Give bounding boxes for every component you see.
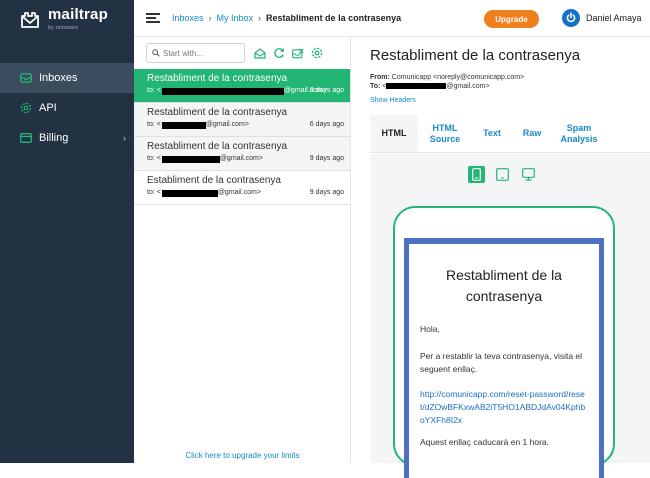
clear-inbox-icon[interactable] (292, 47, 304, 59)
email-expiry: Aquest enllaç caducarà en 1 hora. (420, 437, 550, 447)
sidebar-item-label: API (39, 102, 57, 114)
list-item[interactable]: Restabliment de la contrasenya to: < @gma… (134, 103, 350, 137)
inbox-icon (20, 72, 32, 84)
tablet-view-button[interactable] (494, 166, 511, 183)
message-date: 9 days ago (309, 189, 344, 196)
message-subject: Restabliment de la contrasenya (147, 73, 288, 84)
message-list: Restabliment de la contrasenya to: <@gma… (134, 37, 351, 463)
refresh-icon[interactable] (273, 47, 285, 59)
reset-password-link[interactable]: http://comunicapp.com/reset-password/res… (420, 388, 589, 427)
message-date: 3 days ago (309, 87, 344, 94)
brand-sub: by railsware (48, 24, 79, 31)
preview-area: Restabliment de la contrasenya Hola, Per… (370, 154, 650, 478)
message-date: 6 days ago (309, 121, 344, 128)
message-subject: Restabliment de la contrasenya (147, 107, 288, 118)
device-switcher (468, 166, 546, 183)
sidebar-item-inboxes[interactable]: Inboxes (0, 63, 134, 93)
message-subject: Restabliment de la contrasenya (147, 141, 288, 152)
redaction-bar (161, 189, 218, 197)
brand-name: mailtrap by railsware (48, 7, 108, 34)
email-text: Per a restablir la teva contrasenya, vis… (420, 351, 583, 374)
phone-frame: Restabliment de la contrasenya Hola, Per… (393, 206, 615, 478)
upgrade-limits-link[interactable]: Click here to upgrade your limits (134, 451, 351, 460)
user-name[interactable]: Daniel Amaya (586, 13, 642, 23)
tab-raw[interactable]: Raw (512, 115, 552, 152)
redaction-bar (161, 155, 220, 163)
breadcrumb-current: Restabliment de la contrasenya (266, 13, 402, 23)
to-line: To: < @gmail.com> (370, 83, 490, 90)
list-toolbar (134, 37, 350, 69)
email-greeting: Hola, (420, 324, 440, 334)
sidebar: mailtrap by railsware Inboxes API Billing… (0, 0, 134, 463)
redaction-bar (161, 121, 206, 129)
search-box[interactable] (146, 43, 245, 63)
sidebar-item-label: Inboxes (39, 72, 78, 84)
tab-spam-analysis[interactable]: Spam Analysis (552, 115, 606, 152)
mark-read-icon[interactable] (254, 47, 266, 59)
menu-icon[interactable] (146, 13, 160, 23)
breadcrumb-separator-icon: › (208, 13, 212, 23)
chevron-right-icon: › (123, 133, 126, 143)
show-headers-link[interactable]: Show Headers (370, 97, 416, 104)
redaction-bar (161, 87, 284, 95)
desktop-view-button[interactable] (520, 166, 537, 183)
message-title: Restabliment de la contrasenya (370, 47, 581, 64)
gear-icon (20, 102, 32, 114)
sidebar-item-label: Billing (39, 132, 69, 144)
view-tabs: HTML HTML Source Text Raw Spam Analysis (370, 115, 650, 153)
tablet-icon (496, 168, 509, 181)
list-item[interactable]: Restabliment de la contrasenya to: < @gma… (134, 137, 350, 171)
sidebar-item-api[interactable]: API (0, 93, 134, 123)
email-heading: Restabliment de la contrasenya (446, 267, 562, 304)
message-detail: Restabliment de la contrasenya From: Com… (352, 37, 650, 478)
breadcrumb: Inboxes › My Inbox › Restabliment de la … (172, 13, 401, 23)
message-date: 9 days ago (309, 155, 344, 162)
desktop-icon (522, 168, 535, 181)
upgrade-button[interactable]: Upgrade (484, 10, 539, 28)
power-icon (566, 12, 576, 23)
card-icon (20, 132, 32, 144)
from-line: From: Comunicapp <noreply@comunicapp.com… (370, 74, 525, 81)
mailtrap-logo-icon (20, 12, 40, 30)
tab-html-source[interactable]: HTML Source (418, 115, 472, 152)
tab-text[interactable]: Text (472, 115, 512, 152)
mobile-view-button[interactable] (468, 166, 485, 183)
redaction-bar (386, 83, 447, 90)
breadcrumb-inboxes[interactable]: Inboxes (172, 13, 204, 23)
list-item[interactable]: Establiment de la contrasenya to: < @gmai… (134, 171, 350, 205)
breadcrumb-my-inbox[interactable]: My Inbox (217, 13, 254, 23)
mailtrap-logo[interactable]: mailtrap by railsware (0, 0, 134, 42)
email-body: Restabliment de la contrasenya Hola, Per… (404, 238, 604, 478)
breadcrumb-separator-icon: › (258, 13, 262, 23)
message-headers: From: Comunicapp <noreply@comunicapp.com… (370, 73, 524, 91)
phone-icon (472, 168, 481, 181)
search-input[interactable] (163, 48, 243, 58)
top-bar: Inboxes › My Inbox › Restabliment de la … (134, 0, 650, 37)
tab-html[interactable]: HTML (370, 115, 418, 152)
avatar[interactable] (562, 9, 580, 27)
search-icon (152, 49, 160, 57)
list-item[interactable]: Restabliment de la contrasenya to: < @gma… (134, 69, 350, 103)
sidebar-item-billing[interactable]: Billing › (0, 123, 134, 153)
message-subject: Establiment de la contrasenya (147, 175, 281, 186)
gear-icon[interactable] (311, 47, 323, 59)
